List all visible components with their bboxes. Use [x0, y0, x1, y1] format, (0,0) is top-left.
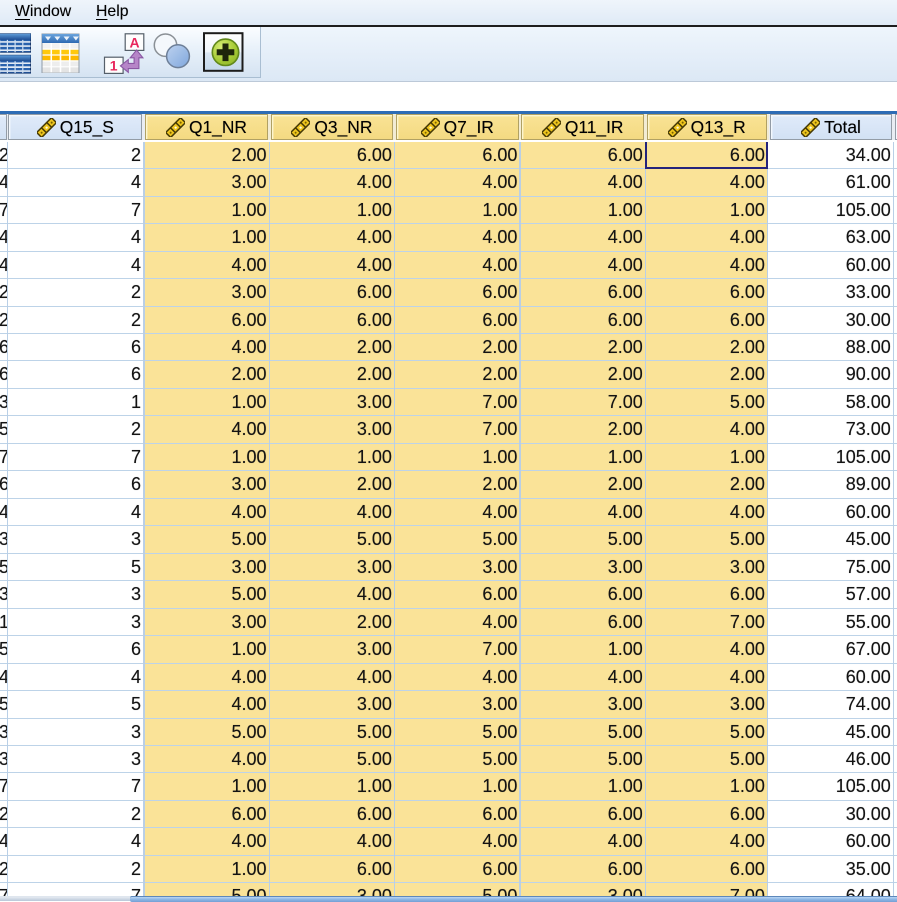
svg-text:A: A — [129, 34, 139, 50]
svg-text:1: 1 — [110, 57, 118, 73]
